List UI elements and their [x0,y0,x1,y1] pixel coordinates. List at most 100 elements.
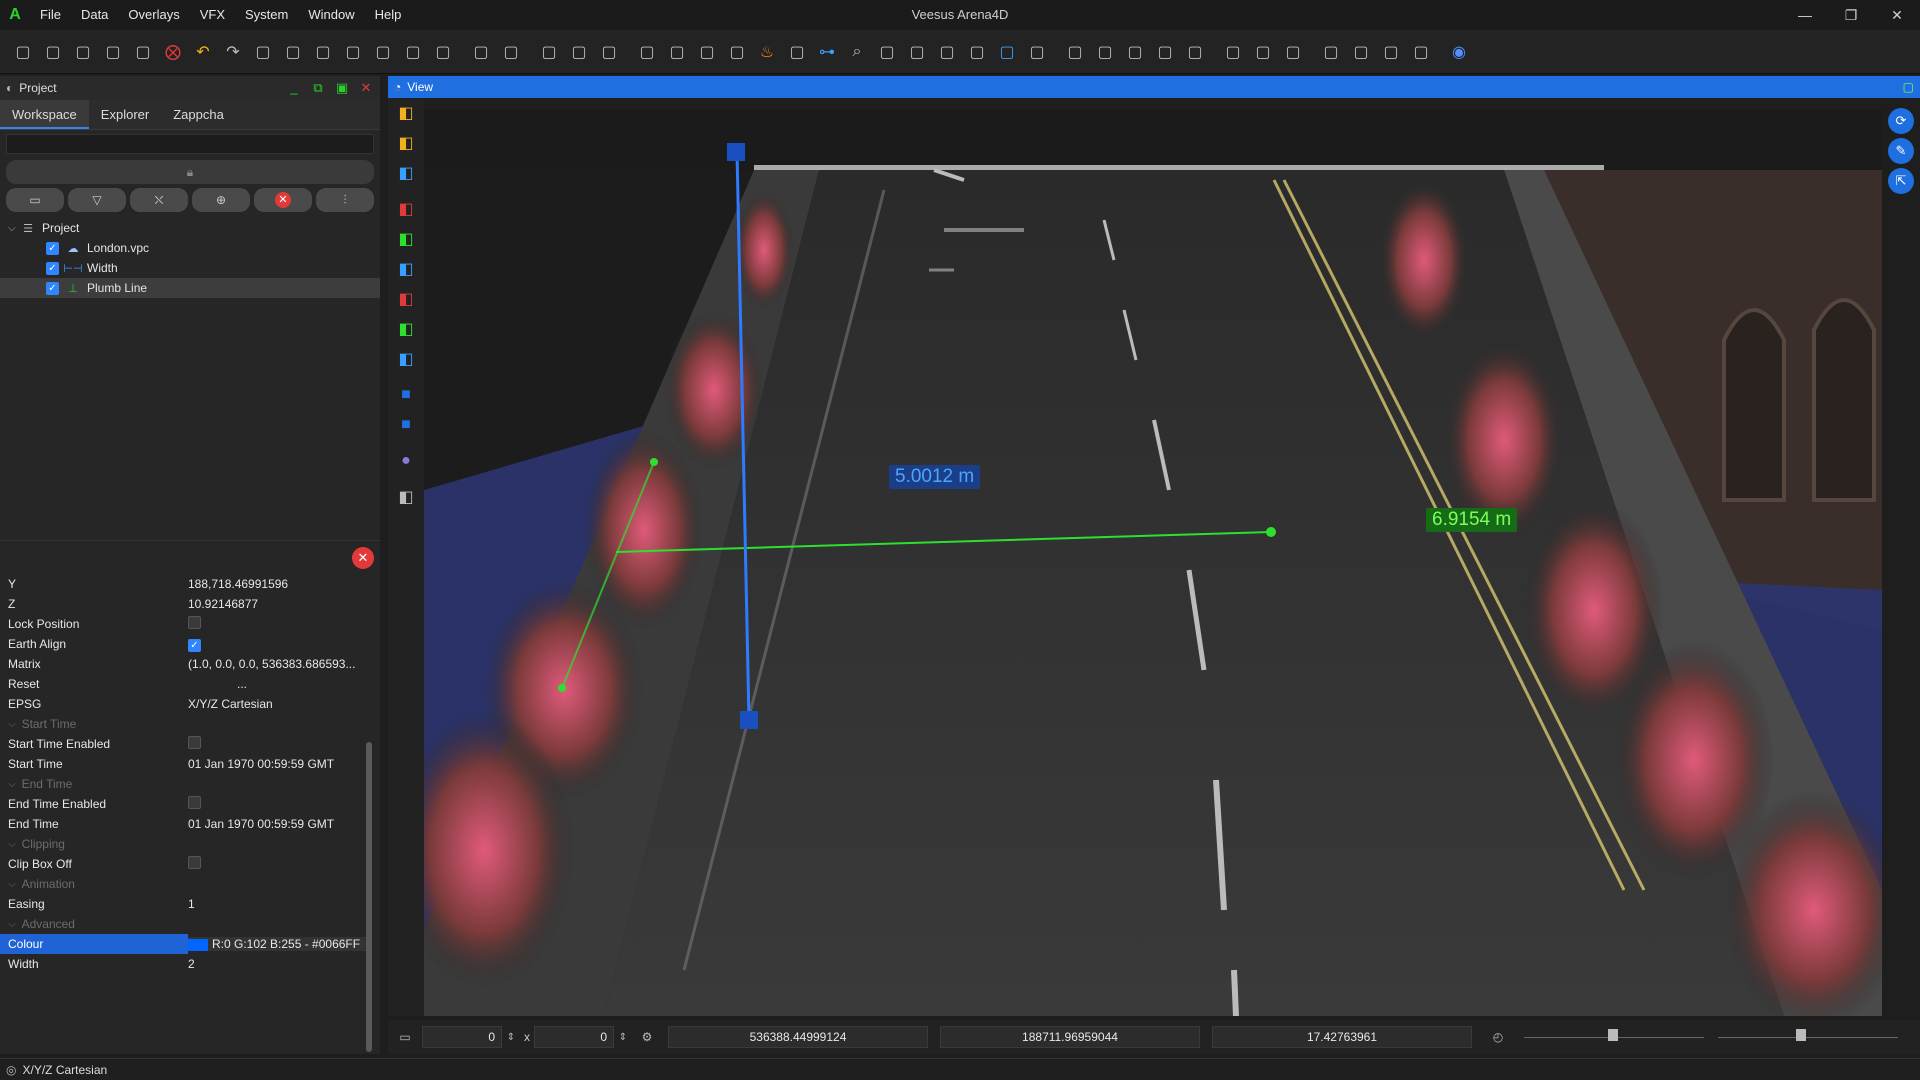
property-checkbox[interactable] [188,856,201,869]
speed-slider[interactable] [1524,1027,1704,1047]
page-icon[interactable]: ▢ [248,37,278,67]
property-checkbox[interactable] [188,796,201,809]
property-row[interactable]: Y 188,718.46991596 [0,574,366,594]
property-row[interactable]: Z 10.92146877 [0,594,366,614]
menu-help[interactable]: Help [365,0,412,30]
property-checkbox-cell[interactable] [188,736,366,752]
arrow-up-icon[interactable]: ▢ [1218,37,1248,67]
user-icon[interactable]: ▢ [902,37,932,67]
property-checkbox-cell[interactable] [188,856,366,872]
save-icon[interactable]: ▢ [68,37,98,67]
layer-button[interactable]: ▭ [6,188,64,212]
fire-icon[interactable]: ♨ [752,37,782,67]
property-section[interactable]: ⌵ End Time [0,774,366,794]
property-row[interactable]: Start Time Enabled [0,734,366,754]
compass-icon[interactable]: ▢ [1120,37,1150,67]
window-icon[interactable]: ▢ [1406,37,1436,67]
filter-button[interactable]: ▽ [68,188,126,212]
cube-green-icon[interactable]: ◧ [388,224,424,254]
sphere-icon[interactable]: ▢ [632,37,662,67]
collapse-chevron-icon[interactable]: ⌵ [8,719,16,730]
brush-icon[interactable]: ▢ [782,37,812,67]
settings-button[interactable]: ⫶ [316,188,374,212]
eye-icon[interactable]: ◉ [1444,37,1474,67]
panel-close-icon[interactable]: ✕ [358,80,374,96]
property-row[interactable]: Easing 1 [0,894,366,914]
delete-button[interactable]: ✕ [254,188,312,212]
checkbox-plumb-line[interactable]: ✓ [46,281,59,295]
property-checkbox-cell[interactable] [188,616,366,632]
property-row[interactable]: Colour R:0 G:102 B:255 - #0066FF [0,934,366,954]
view-export-icon[interactable]: ⇱ [1888,168,1914,194]
horizontal-panel-icon[interactable]: ■ [388,380,424,410]
cube-blue-icon[interactable]: ◧ [388,344,424,374]
save-as-icon[interactable]: ▢ [128,37,158,67]
menu-system[interactable]: System [235,0,298,30]
search-input[interactable] [6,134,374,154]
sphere-icon[interactable]: ● [388,446,424,476]
property-row[interactable]: Lock Position [0,614,366,634]
rotate-icon[interactable]: ▢ [1278,37,1308,67]
property-row[interactable]: Earth Align ✓ [0,634,366,654]
ppt-icon[interactable]: ▢ [496,37,526,67]
undo-icon[interactable]: ↶ [188,37,218,67]
monitor-icon[interactable]: ▢ [398,37,428,67]
close-window-button[interactable]: ✕ [1874,0,1920,30]
view-maximize-icon[interactable]: ▢ [1903,80,1914,94]
lock-toggle[interactable]: 🔒︎ [6,160,374,184]
width-handle-right[interactable] [1266,527,1276,537]
pdf-icon[interactable]: ▢ [338,37,368,67]
screen-x-input[interactable]: 0 [422,1026,502,1048]
menu-overlays[interactable]: Overlays [118,0,189,30]
property-checkbox-cell[interactable]: ✓ [188,637,366,652]
spinner-icon[interactable]: ⇕ [614,1032,632,1043]
cube-red-icon[interactable]: ◧ [388,284,424,314]
print-icon[interactable]: ▢ [278,37,308,67]
point-cloud-viewport[interactable]: 5.0012 m 6.9154 m [424,110,1882,1016]
property-row[interactable]: End Time Enabled [0,794,366,814]
cluster-icon[interactable]: ▢ [932,37,962,67]
clear-filter-button[interactable]: ⛌ [130,188,188,212]
pencil-icon[interactable]: ▢ [1346,37,1376,67]
target-icon[interactable]: ▢ [594,37,624,67]
pdf-export-icon[interactable]: ▢ [466,37,496,67]
tab-explorer[interactable]: Explorer [89,100,161,129]
collapse-chevron-icon[interactable]: ⌵ [8,839,16,850]
view-reset-icon[interactable]: ⟳ [1888,108,1914,134]
point-size-slider[interactable] [1718,1027,1898,1047]
zoom-to-button[interactable]: ⊕ [192,188,250,212]
property-section[interactable]: ⌵ Clipping [0,834,366,854]
list-icon[interactable]: ▢ [1316,37,1346,67]
plumb-tool-icon[interactable]: ◧ [388,158,424,188]
property-row[interactable]: End Time 01 Jan 1970 00:59:59 GMT [0,814,366,834]
property-row[interactable]: Matrix (1.0, 0.0, 0.0, 536383.686593... [0,654,366,674]
tree-item-plumb-line[interactable]: ✓ ⊥ Plumb Line [0,278,380,298]
zoom-icon[interactable]: ⌕ [842,37,872,67]
checkbox-london[interactable]: ✓ [46,241,59,255]
property-checkbox-cell[interactable] [188,796,366,812]
plumb-line-top-handle[interactable] [727,143,745,161]
panel-maximize-icon[interactable]: ▣ [334,80,350,96]
gear-icon[interactable]: ⚙ [632,1030,662,1044]
properties-scrollbar[interactable] [366,742,372,1052]
property-colour-value[interactable]: R:0 G:102 B:255 - #0066FF [188,937,366,951]
view-3d-icon[interactable]: ◧ [388,482,424,512]
width-handle-top[interactable] [650,458,658,466]
globe-icon[interactable]: ▢ [1090,37,1120,67]
plumb-line-bottom-handle[interactable] [740,711,758,729]
folder-icon[interactable]: ▢ [98,37,128,67]
property-section[interactable]: ⌵ Animation [0,874,366,894]
camera-icon[interactable]: ▢ [308,37,338,67]
text-icon[interactable]: ▢ [428,37,458,67]
measure-icon[interactable]: ⊶ [812,37,842,67]
blocks-icon[interactable]: ▢ [1060,37,1090,67]
new-icon[interactable]: ▢ [8,37,38,67]
collapse-chevron-icon[interactable]: ⌵ [8,779,16,790]
panel-float-icon[interactable]: ⧉ [310,80,326,96]
building-icon[interactable]: ▢ [1150,37,1180,67]
width-handle-bottom[interactable] [558,684,566,692]
tree-root[interactable]: ⌵ ☰ Project [0,218,380,238]
cube-red-icon[interactable]: ◧ [388,194,424,224]
properties-close-button[interactable]: ✕ [352,547,374,569]
property-row[interactable]: Width 2 [0,954,366,974]
